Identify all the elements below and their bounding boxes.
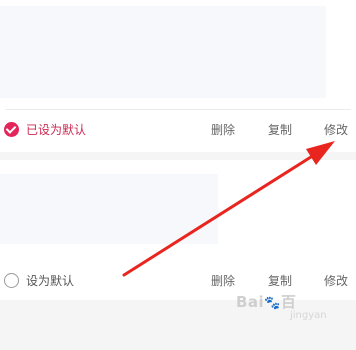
delete-button[interactable]: 删除 xyxy=(211,272,235,290)
unchecked-circle-icon[interactable] xyxy=(4,273,19,288)
address-card-default: 已设为默认 删除 复制 修改 xyxy=(0,0,356,152)
edit-button[interactable]: 修改 xyxy=(324,272,348,290)
watermark-logo: Bai🐾百 xyxy=(236,291,296,312)
copy-button[interactable]: 复制 xyxy=(268,121,292,139)
edit-button[interactable]: 修改 xyxy=(324,121,348,139)
watermark-brand-left: Bai xyxy=(236,293,265,311)
paw-icon: 🐾 xyxy=(264,296,281,311)
copy-button[interactable]: 复制 xyxy=(268,272,292,290)
address-actions-row: 已设为默认 删除 复制 修改 xyxy=(0,119,356,143)
address-card: 设为默认 删除 复制 修改 xyxy=(0,160,356,300)
address-info-placeholder[interactable] xyxy=(0,174,218,244)
address-list-page: 已设为默认 删除 复制 修改 设为默认 删除 复制 修改 Bai🐾百 jingy… xyxy=(0,0,356,350)
checked-circle-icon[interactable] xyxy=(4,122,19,137)
watermark-brand-right: 百 xyxy=(280,293,297,311)
set-default-button[interactable]: 设为默认 xyxy=(26,272,74,290)
delete-button[interactable]: 删除 xyxy=(211,121,235,139)
default-status-label[interactable]: 已设为默认 xyxy=(26,121,86,139)
address-actions-row: 设为默认 删除 复制 修改 xyxy=(0,270,356,294)
address-info-placeholder[interactable] xyxy=(0,6,326,98)
watermark-subtext: jingyan xyxy=(290,310,327,321)
divider xyxy=(5,109,351,110)
